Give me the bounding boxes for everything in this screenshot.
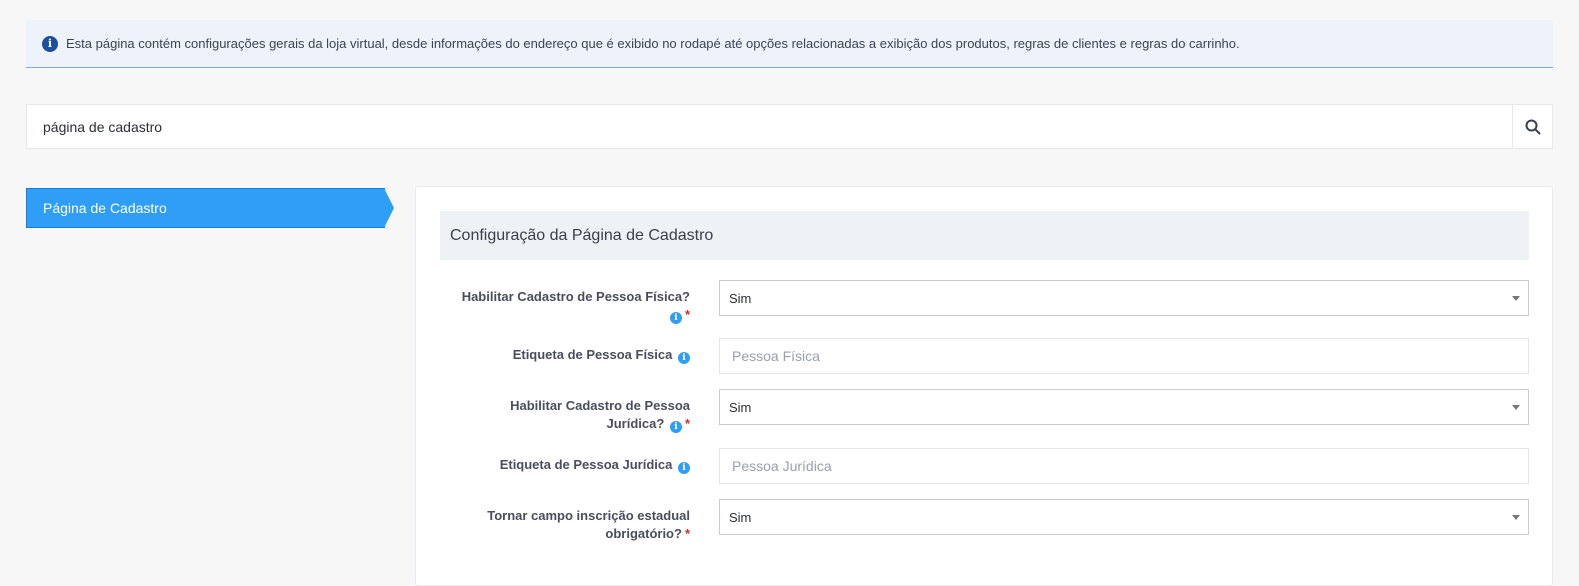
required-marker: * xyxy=(684,526,690,541)
info-icon[interactable]: i xyxy=(678,352,690,364)
required-marker: * xyxy=(684,307,690,322)
input-placeholder: Pessoa Jurídica xyxy=(732,458,832,474)
info-banner-text: Esta página contém configurações gerais … xyxy=(66,36,1240,51)
sidebar-item-pagina-de-cadastro[interactable]: Página de Cadastro xyxy=(26,188,394,228)
habilitar-pessoa-fisica-select[interactable]: Sim xyxy=(719,280,1529,316)
search-button[interactable] xyxy=(1512,105,1552,148)
sidebar-item-label: Página de Cadastro xyxy=(43,200,167,216)
field-label: Tornar campo inscrição estadual obrigató… xyxy=(487,508,690,541)
chevron-down-icon xyxy=(1512,296,1520,301)
required-marker: * xyxy=(684,416,690,431)
etiqueta-pessoa-fisica-input[interactable]: Pessoa Física xyxy=(719,338,1529,374)
chevron-down-icon xyxy=(1512,515,1520,520)
search-input[interactable] xyxy=(27,105,1512,148)
etiqueta-pessoa-juridica-input[interactable]: Pessoa Jurídica xyxy=(719,448,1529,484)
info-icon[interactable]: i xyxy=(669,312,682,324)
settings-panel: Configuração da Página de Cadastro Habil… xyxy=(415,186,1553,586)
field-label: Habilitar Cadastro de Pessoa Física? i * xyxy=(461,289,690,324)
search-icon xyxy=(1525,119,1540,134)
chevron-down-icon xyxy=(1512,405,1520,410)
field-label: Etiqueta de Pessoa Jurídica i xyxy=(440,456,690,474)
field-label: Habilitar Cadastro de Pessoa Jurídica? i… xyxy=(510,398,690,433)
info-banner: i Esta página contém configurações gerai… xyxy=(26,20,1553,68)
inscricao-estadual-obrigatorio-select[interactable]: Sim xyxy=(719,499,1529,535)
habilitar-pessoa-juridica-select[interactable]: Sim xyxy=(719,389,1529,425)
input-placeholder: Pessoa Física xyxy=(732,348,820,364)
search-bar xyxy=(26,104,1553,149)
info-icon: i xyxy=(42,35,58,52)
info-icon[interactable]: i xyxy=(669,421,682,433)
field-label: Etiqueta de Pessoa Física i xyxy=(440,346,690,364)
panel-title: Configuração da Página de Cadastro xyxy=(440,211,1529,260)
info-icon[interactable]: i xyxy=(678,462,690,474)
